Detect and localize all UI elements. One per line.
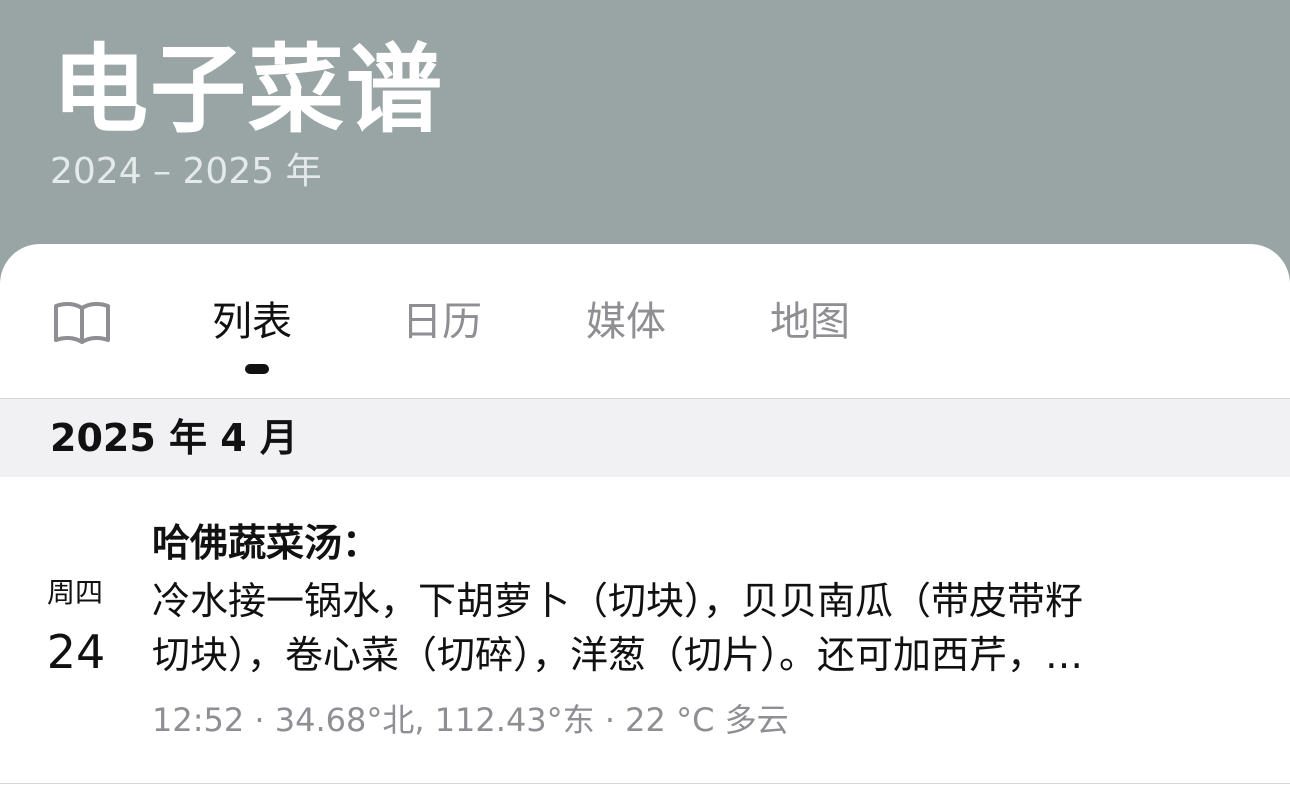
entry-divider: [0, 783, 1290, 784]
entry-weekday: 周四: [46, 576, 103, 609]
journal-entry[interactable]: 周四 24 哈佛蔬菜汤： 冷水接一锅水，下胡萝卜（切块），贝贝南瓜（带皮带籽 切…: [0, 477, 1290, 784]
tab-media[interactable]: 媒体: [586, 296, 666, 348]
journal-date-range: 2024 – 2025 年: [50, 151, 322, 192]
month-title: 2025 年 4 月: [50, 416, 298, 460]
active-tab-indicator: [245, 364, 269, 374]
tab-calendar[interactable]: 日历: [402, 296, 482, 348]
tab-map[interactable]: 地图: [770, 296, 850, 348]
entry-title: 哈佛蔬菜汤：: [152, 521, 381, 565]
content-sheet: 列表 日历 媒体 地图 2025 年 4 月 周四 24 哈佛蔬菜汤： 冷水接一…: [0, 244, 1290, 789]
journal-header: 电子菜谱 2024 – 2025 年: [0, 0, 1290, 260]
entry-body-line-2: 切块），卷心菜（切碎），洋葱（切片）。还可加西芹，…: [152, 633, 1084, 677]
tab-list[interactable]: 列表: [212, 296, 292, 348]
book-icon[interactable]: [52, 300, 112, 346]
tab-bar: 列表 日历 媒体 地图: [0, 244, 1290, 399]
entry-metadata: 12:52 · 34.68°北, 112.43°东 · 22 °C 多云: [152, 701, 789, 739]
entry-body-line-1: 冷水接一锅水，下胡萝卜（切块），贝贝南瓜（带皮带籽: [152, 579, 1084, 623]
month-section-header: 2025 年 4 月: [0, 399, 1290, 477]
entry-day: 24: [46, 625, 106, 679]
journal-title: 电子菜谱: [52, 34, 444, 146]
